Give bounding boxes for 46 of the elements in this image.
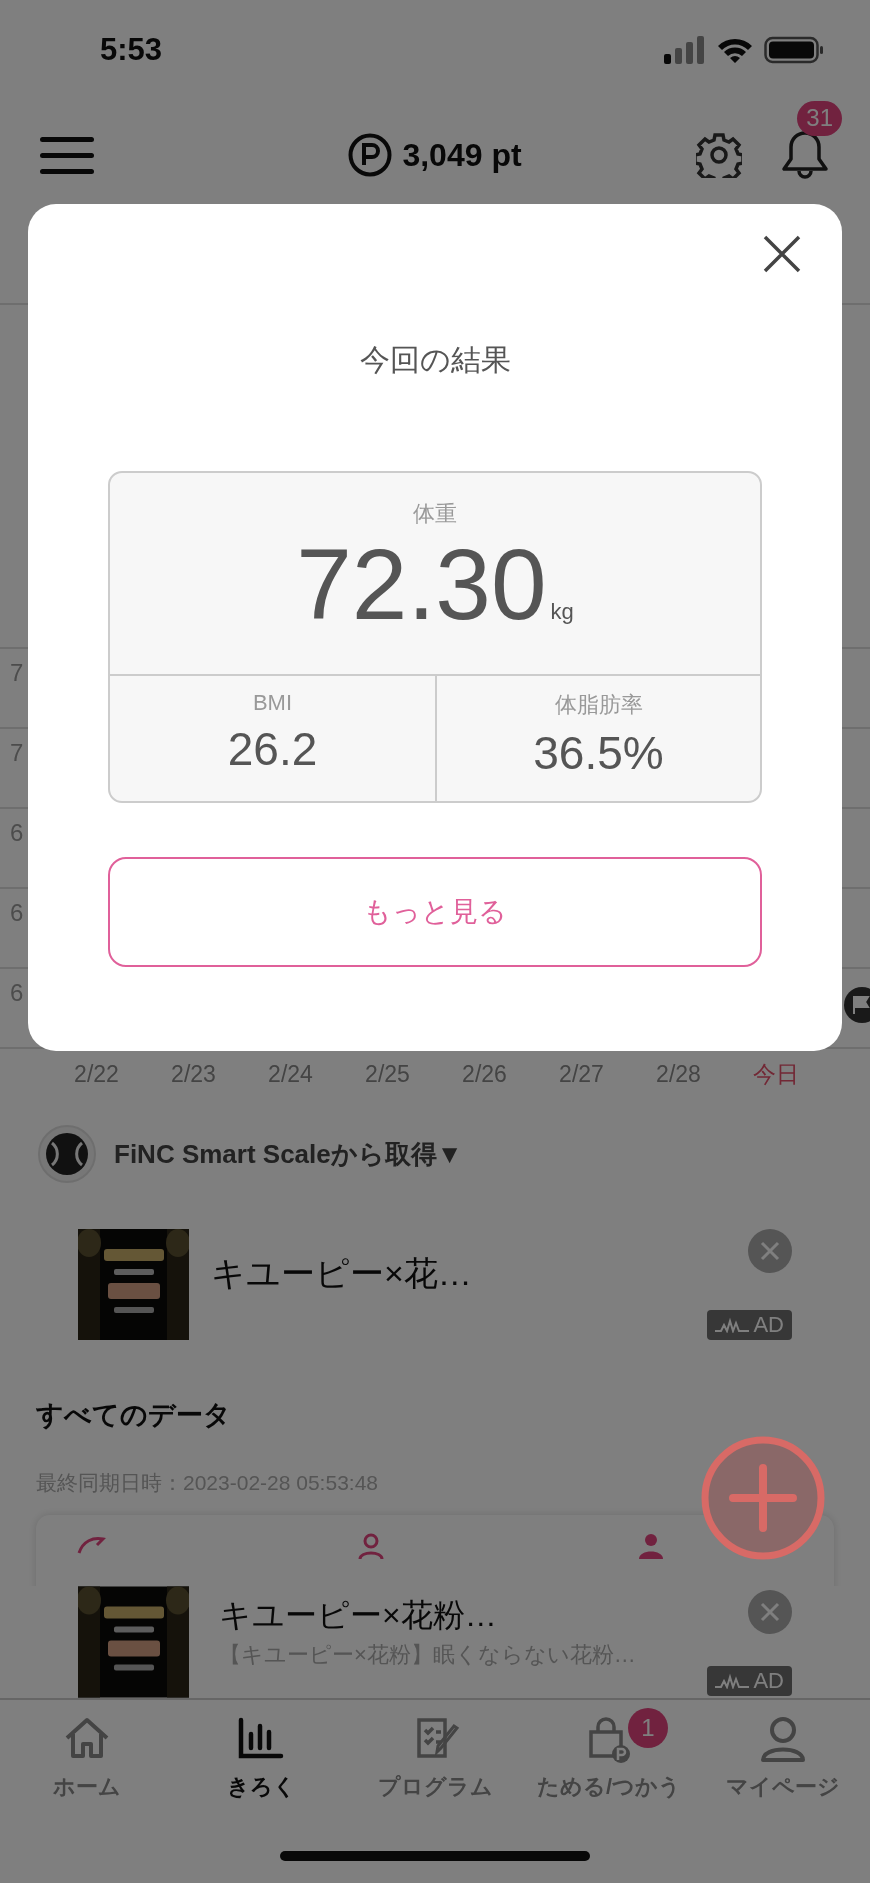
bell-icon[interactable] bbox=[780, 129, 830, 181]
close-icon bbox=[762, 234, 802, 274]
date-label: 2/23 bbox=[170, 1060, 217, 1088]
signal-icon bbox=[664, 36, 706, 64]
waveform-icon bbox=[715, 1673, 750, 1689]
battery-icon bbox=[764, 36, 824, 64]
flag-icon bbox=[844, 987, 870, 1023]
source-label[interactable]: FiNC Smart Scaleから取得▼ bbox=[114, 1136, 463, 1172]
metric-value: 26.2 bbox=[227, 722, 318, 776]
nav-tab[interactable]: ホーム bbox=[53, 1714, 121, 1804]
ad-badge: AD bbox=[707, 1666, 792, 1696]
status-time: 5:53 bbox=[100, 32, 163, 68]
notification-badge: 31 bbox=[797, 101, 842, 136]
ad-badge: AD bbox=[707, 1310, 792, 1340]
date-label: 今日 bbox=[751, 1059, 800, 1089]
date-label: 2/27 bbox=[558, 1060, 605, 1088]
date-label: 2/28 bbox=[655, 1060, 702, 1088]
scale-icon bbox=[38, 1125, 96, 1183]
figure-icon bbox=[356, 1533, 386, 1559]
nav-tab[interactable]: プログラム bbox=[377, 1714, 493, 1804]
ad-title[interactable]: キユーピー×花… bbox=[211, 1251, 686, 1379]
weight-unit: kg bbox=[550, 599, 574, 625]
modal-title: 今回の結果 bbox=[358, 342, 512, 378]
wifi-icon bbox=[716, 36, 754, 64]
person-icon bbox=[636, 1533, 666, 1559]
date-label: 2/25 bbox=[364, 1060, 411, 1088]
date-label: 2/22 bbox=[73, 1060, 120, 1088]
section-title: すべてのデータ bbox=[36, 1399, 232, 1432]
ad-title[interactable]: キユーピー×花粉… bbox=[219, 1594, 678, 1638]
date-label: 2/26 bbox=[461, 1060, 508, 1088]
nav-tab[interactable]: マイページ bbox=[726, 1714, 840, 1804]
points-balance: 3,049 pt bbox=[402, 136, 522, 174]
see-more-button[interactable]: もっと見る bbox=[108, 857, 762, 967]
date-label: 2/24 bbox=[267, 1060, 314, 1088]
count-badge: 1 bbox=[628, 1708, 668, 1748]
nav-tab[interactable]: きろく bbox=[226, 1714, 296, 1804]
metric-label: 体重 bbox=[413, 500, 457, 528]
metric-label: BMI bbox=[252, 690, 293, 716]
menu-icon[interactable] bbox=[40, 135, 94, 175]
waveform-icon bbox=[715, 1317, 750, 1333]
weight-value: 72.30 bbox=[296, 529, 547, 639]
close-button[interactable] bbox=[762, 234, 802, 274]
points-icon bbox=[348, 133, 393, 177]
metric-label: 体脂肪率 bbox=[554, 691, 643, 719]
settings-icon[interactable] bbox=[696, 132, 742, 178]
metric-value: 36.5% bbox=[533, 726, 664, 780]
